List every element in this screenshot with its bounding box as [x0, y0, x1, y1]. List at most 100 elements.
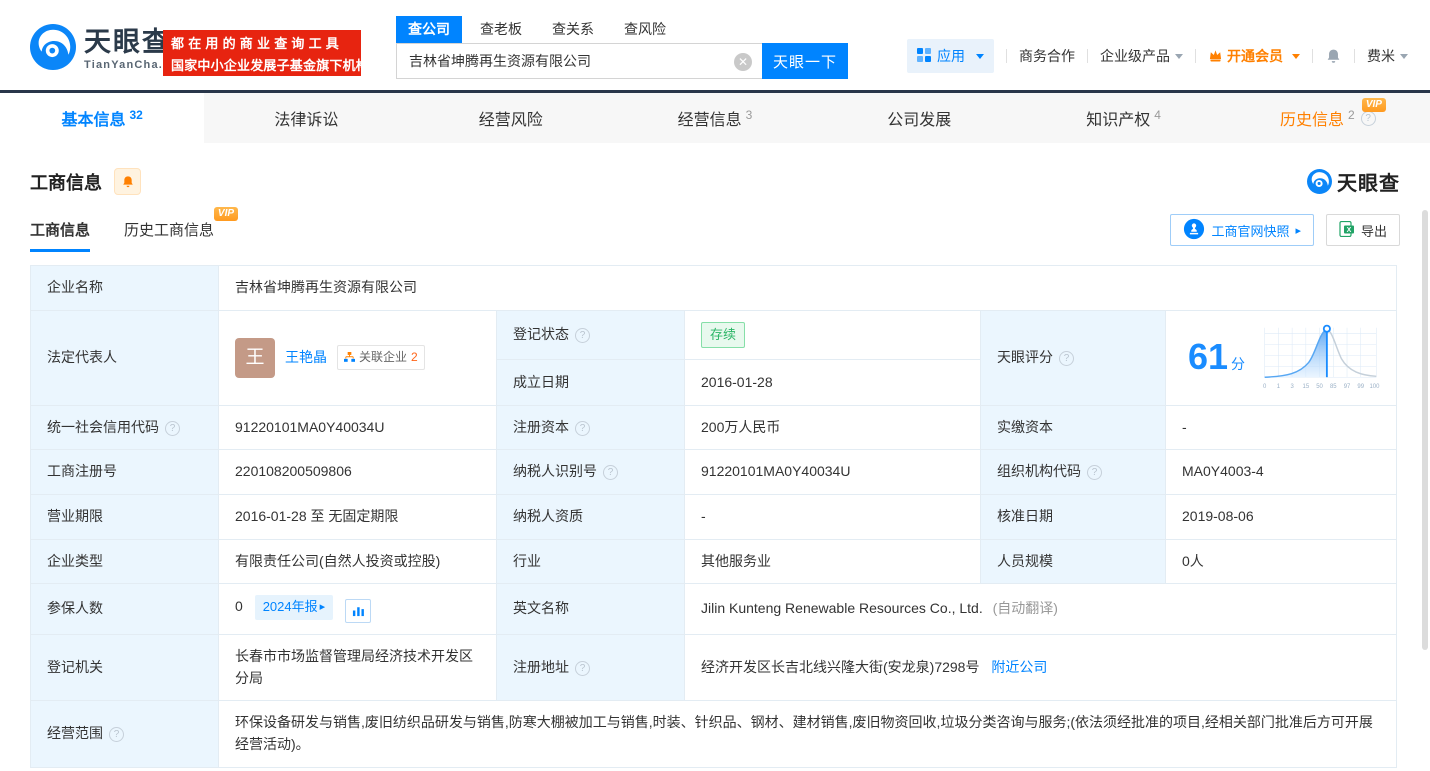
- section-header: 工商信息 天眼查: [30, 167, 1400, 196]
- reg-capital-label: 注册资本: [497, 405, 685, 450]
- help-icon[interactable]: [109, 727, 124, 742]
- apps-label: 应用: [937, 46, 965, 66]
- svg-text:85: 85: [1330, 384, 1337, 390]
- reg-authority-value: 长春市市场监督管理局经济技术开发区分局: [219, 634, 497, 700]
- score-cell[interactable]: 61分: [1166, 310, 1397, 405]
- help-icon[interactable]: [575, 328, 590, 343]
- tab-legal[interactable]: 法律诉讼: [204, 93, 408, 143]
- score-label: 天眼评分: [981, 310, 1166, 405]
- arrow-right-icon: ▸: [1295, 224, 1301, 237]
- nav-vip[interactable]: 开通会员: [1208, 46, 1300, 66]
- svg-text:100: 100: [1370, 384, 1380, 390]
- address-value: 经济开发区长吉北线兴隆大街(安龙泉)7298号: [701, 659, 979, 675]
- company-name-label: 企业名称: [31, 266, 219, 311]
- credit-code-value: 91220101MA0Y40034U: [219, 405, 497, 450]
- vip-badge: VIP: [1362, 98, 1386, 112]
- nav-vip-label: 开通会员: [1227, 46, 1283, 66]
- divider: [1195, 49, 1196, 63]
- reg-number-value: 220108200509806: [219, 450, 497, 495]
- reg-authority-label: 登记机关: [31, 634, 219, 700]
- nearby-companies-link[interactable]: 附近公司: [991, 659, 1047, 675]
- official-snapshot-button[interactable]: 工商官网快照 ▸: [1170, 214, 1314, 246]
- tianyancha-logo-icon: [30, 24, 76, 75]
- search-input[interactable]: 吉林省坤腾再生资源有限公司 ✕: [396, 43, 762, 79]
- grid-icon: [917, 48, 931, 65]
- auto-translate-note: (自动翻译): [993, 600, 1058, 616]
- chevron-down-icon: [976, 54, 984, 59]
- help-icon[interactable]: [603, 465, 618, 480]
- business-term-value: 2016-01-28 至 无固定期限: [219, 495, 497, 540]
- annual-report-badge[interactable]: 2024年报 ▸: [255, 595, 333, 619]
- tab-intellectual-property[interactable]: 知识产权 4: [1021, 93, 1225, 143]
- user-menu[interactable]: 费米: [1367, 46, 1408, 66]
- help-icon[interactable]: [1361, 111, 1376, 126]
- search-tab-risk[interactable]: 查风险: [612, 16, 678, 43]
- search-tab-relation[interactable]: 查关系: [540, 16, 606, 43]
- help-icon[interactable]: [165, 421, 180, 436]
- search-tab-company[interactable]: 查公司: [396, 16, 462, 43]
- company-type-value: 有限责任公司(自然人投资或控股): [219, 539, 497, 584]
- export-label: 导出: [1361, 221, 1387, 240]
- arrow-right-icon: ▸: [320, 599, 326, 616]
- subtab-business-info[interactable]: 工商信息: [30, 219, 90, 252]
- nav-enterprise[interactable]: 企业级产品: [1100, 46, 1183, 66]
- tab-history-info[interactable]: VIP 历史信息 2: [1226, 93, 1430, 143]
- export-button[interactable]: X 导出: [1326, 214, 1400, 246]
- tab-label: 法律诉讼: [274, 106, 338, 130]
- table-row: 企业类型 有限责任公司(自然人投资或控股) 行业 其他服务业 人员规模 0人: [31, 539, 1397, 584]
- svg-text:15: 15: [1303, 384, 1310, 390]
- org-code-label: 组织机构代码: [981, 450, 1166, 495]
- promo-banner: 都在用的商业查询工具 国家中小企业发展子基金旗下机构: [163, 30, 361, 76]
- divider: [1087, 49, 1088, 63]
- tab-label: 历史信息: [1280, 106, 1344, 130]
- trend-chart-button[interactable]: [345, 599, 371, 623]
- table-row: 工商注册号 220108200509806 纳税人识别号 91220101MA0…: [31, 450, 1397, 495]
- crown-icon: [1208, 48, 1223, 65]
- scrollbar[interactable]: [1422, 210, 1428, 650]
- org-chart-icon: [344, 352, 355, 363]
- tab-operation-info[interactable]: 经营信息 3: [613, 93, 817, 143]
- monitor-bell-button[interactable]: [114, 168, 141, 195]
- apps-menu[interactable]: 应用: [907, 39, 994, 73]
- related-companies-badge[interactable]: 关联企业 2: [337, 345, 425, 370]
- divider: [1006, 49, 1007, 63]
- related-label: 关联企业: [359, 348, 407, 367]
- help-icon[interactable]: [1059, 351, 1074, 366]
- search-button[interactable]: 天眼一下: [762, 43, 848, 79]
- score-value: 61: [1188, 336, 1228, 377]
- subtab-history-business-info[interactable]: VIP 历史工商信息: [124, 219, 214, 252]
- help-icon[interactable]: [1087, 465, 1102, 480]
- section-title: 工商信息: [30, 169, 102, 195]
- help-icon[interactable]: [575, 421, 590, 436]
- table-row: 参保人数 0 2024年报 ▸ 英文名称 Jilin Kunteng Renew…: [31, 584, 1397, 635]
- tab-company-development[interactable]: 公司发展: [817, 93, 1021, 143]
- tab-operation-risk[interactable]: 经营风险: [409, 93, 613, 143]
- score-unit: 分: [1231, 356, 1245, 372]
- table-row: 登记机关 长春市市场监督管理局经济技术开发区分局 注册地址 经济开发区长吉北线兴…: [31, 634, 1397, 700]
- legal-rep-name-link[interactable]: 王艳晶: [285, 347, 327, 369]
- tab-basic-info[interactable]: 基本信息 32: [0, 93, 204, 143]
- insured-count-cell: 0 2024年报 ▸: [219, 584, 497, 635]
- avatar[interactable]: 王: [235, 338, 275, 378]
- company-name-value: 吉林省坤腾再生资源有限公司: [219, 266, 1397, 311]
- notification-bell[interactable]: [1325, 48, 1342, 65]
- svg-text:0: 0: [1263, 384, 1267, 390]
- staff-size-value: 0人: [1166, 539, 1397, 584]
- taxpayer-quality-label: 纳税人资质: [497, 495, 685, 540]
- svg-text:3: 3: [1291, 384, 1295, 390]
- search-input-value: 吉林省坤腾再生资源有限公司: [409, 51, 591, 71]
- legal-rep-label: 法定代表人: [31, 310, 219, 405]
- nav-cooperation[interactable]: 商务合作: [1019, 46, 1075, 66]
- english-name-value: Jilin Kunteng Renewable Resources Co., L…: [701, 600, 983, 616]
- company-tabbar: 基本信息 32 法律诉讼 经营风险 经营信息 3 公司发展 知识产权 4 VIP…: [0, 90, 1430, 143]
- tab-count: 4: [1154, 108, 1161, 122]
- tab-label: 经营信息: [678, 106, 742, 130]
- help-icon[interactable]: [575, 661, 590, 676]
- subtab-label: 历史工商信息: [124, 222, 214, 239]
- related-count: 2: [411, 348, 418, 367]
- staff-size-label: 人员规模: [981, 539, 1166, 584]
- clear-icon[interactable]: ✕: [734, 53, 752, 71]
- tab-label: 经营风险: [479, 106, 543, 130]
- tab-label: 基本信息: [61, 106, 125, 130]
- search-tab-boss[interactable]: 查老板: [468, 16, 534, 43]
